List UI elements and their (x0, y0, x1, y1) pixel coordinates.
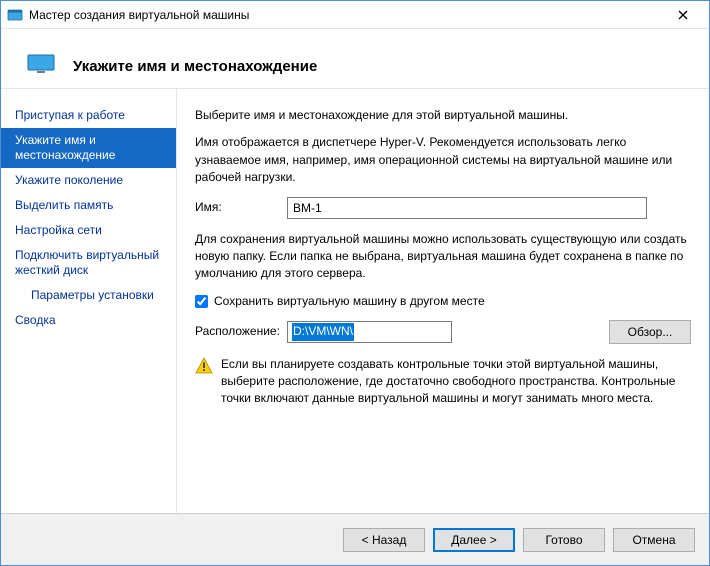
wizard-footer: < Назад Далее > Готово Отмена (1, 513, 709, 565)
location-input[interactable] (287, 321, 452, 343)
store-elsewhere-checkbox[interactable] (195, 295, 208, 308)
sidebar-item-vhd[interactable]: Подключить виртуальный жесткий диск (1, 243, 176, 283)
sidebar-item-name-location[interactable]: Укажите имя и местонахождение (1, 128, 176, 168)
next-button[interactable]: Далее > (433, 528, 515, 552)
sidebar-item-generation[interactable]: Укажите поколение (1, 168, 176, 193)
warning-icon (195, 357, 213, 375)
warning-text: Если вы планируете создавать контрольные… (221, 356, 691, 406)
intro-text: Выберите имя и местонахождение для этой … (195, 107, 691, 124)
back-button[interactable]: < Назад (343, 528, 425, 552)
sidebar: Приступая к работе Укажите имя и местона… (1, 89, 177, 513)
name-label: Имя: (195, 199, 287, 216)
monitor-icon (27, 54, 55, 74)
sidebar-item-networking[interactable]: Настройка сети (1, 218, 176, 243)
window-title: Мастер создания виртуальной машины (29, 8, 663, 22)
name-hint: Имя отображается в диспетчере Hyper-V. Р… (195, 134, 691, 186)
wizard-window: Мастер создания виртуальной машины Укажи… (0, 0, 710, 566)
location-label: Расположение: (195, 323, 287, 340)
titlebar: Мастер создания виртуальной машины (1, 1, 709, 29)
browse-button[interactable]: Обзор... (609, 320, 691, 344)
sidebar-item-summary[interactable]: Сводка (1, 308, 176, 333)
sidebar-item-before-you-begin[interactable]: Приступая к работе (1, 103, 176, 128)
cancel-button[interactable]: Отмена (613, 528, 695, 552)
store-elsewhere-row: Сохранить виртуальную машину в другом ме… (195, 293, 691, 310)
store-elsewhere-label: Сохранить виртуальную машину в другом ме… (214, 293, 485, 310)
app-icon (7, 7, 23, 23)
page-title: Укажите имя и местонахождение (73, 58, 317, 75)
warning-row: Если вы планируете создавать контрольные… (195, 356, 691, 406)
folder-hint: Для сохранения виртуальной машины можно … (195, 231, 691, 283)
location-row: Расположение: D:\VM\WN\ Обзор... (195, 320, 691, 344)
close-button[interactable] (663, 2, 703, 28)
sidebar-item-install-options[interactable]: Параметры установки (1, 283, 176, 308)
wizard-body: Приступая к работе Укажите имя и местона… (1, 89, 709, 513)
name-row: Имя: (195, 197, 691, 219)
content-pane: Выберите имя и местонахождение для этой … (177, 89, 709, 513)
sidebar-item-memory[interactable]: Выделить память (1, 193, 176, 218)
name-input[interactable] (287, 197, 647, 219)
finish-button[interactable]: Готово (523, 528, 605, 552)
wizard-header: Укажите имя и местонахождение (1, 29, 709, 89)
